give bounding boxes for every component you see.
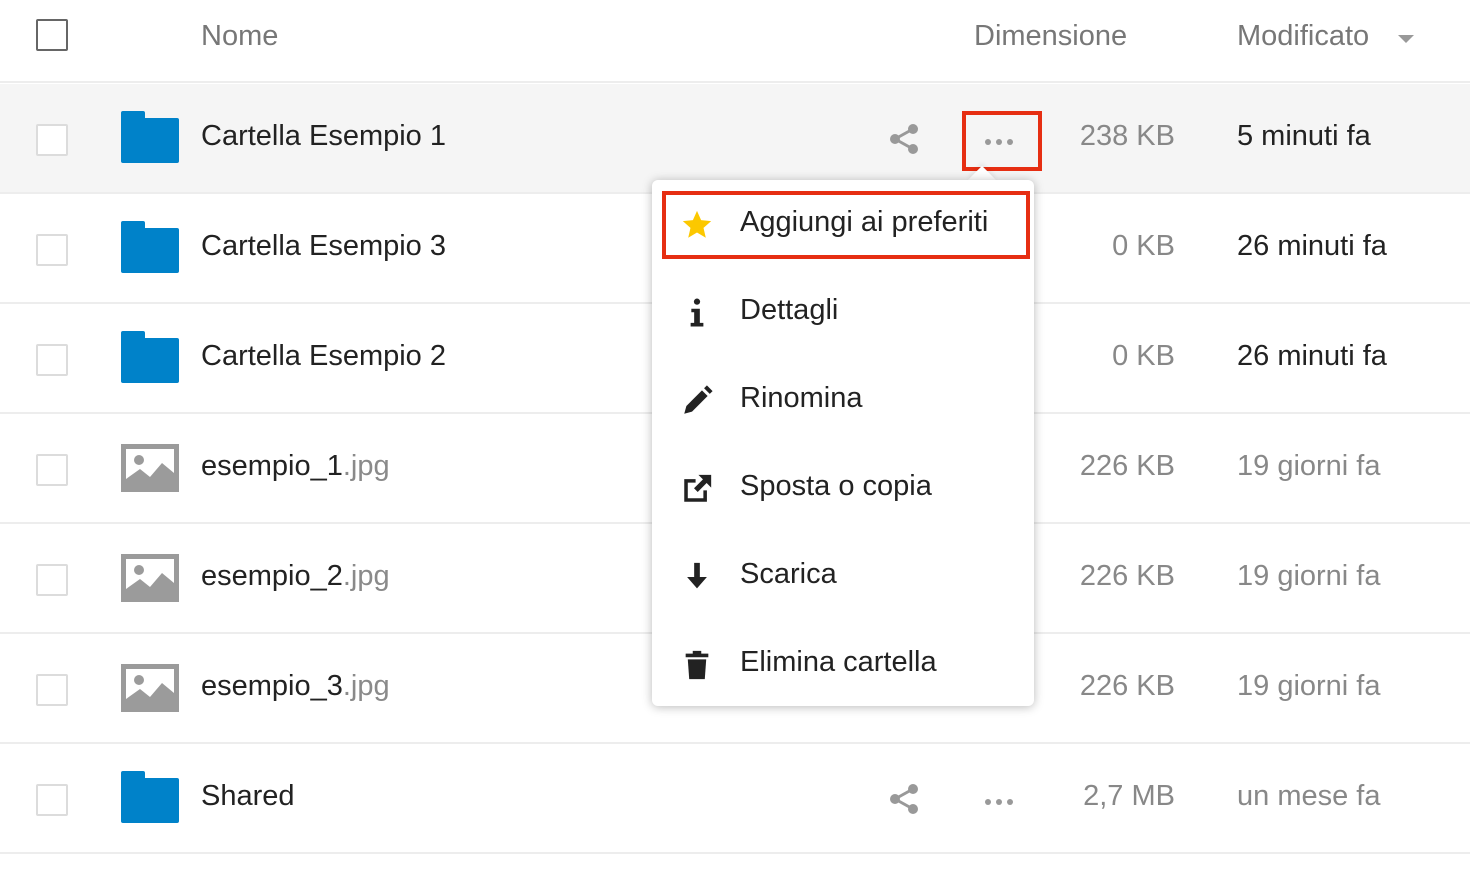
menu-item-label: Rinomina bbox=[740, 382, 863, 414]
file-modified: 26 minuti fa bbox=[1237, 340, 1387, 372]
menu-item-label: Elimina cartella bbox=[740, 646, 937, 678]
more-actions-button[interactable] bbox=[964, 772, 1042, 832]
file-modified: 19 giorni fa bbox=[1237, 450, 1381, 482]
folder-icon bbox=[121, 111, 179, 163]
file-list-header: Nome Dimensione Modificato bbox=[0, 0, 1470, 83]
sort-descending-icon bbox=[1398, 35, 1414, 43]
folder-icon bbox=[121, 221, 179, 273]
pencil-icon bbox=[680, 384, 714, 418]
menu-item-move-copy[interactable]: Sposta o copia bbox=[652, 444, 1034, 532]
file-modified: 26 minuti fa bbox=[1237, 230, 1387, 262]
file-size: 226 KB bbox=[1079, 450, 1175, 482]
menu-item-label: Aggiungi ai preferiti bbox=[740, 206, 989, 238]
file-modified: 5 minuti fa bbox=[1237, 120, 1371, 152]
download-arrow-icon bbox=[680, 560, 714, 594]
star-icon bbox=[680, 208, 714, 242]
row-checkbox[interactable] bbox=[36, 124, 68, 156]
row-checkbox[interactable] bbox=[36, 784, 68, 816]
row-checkbox[interactable] bbox=[36, 344, 68, 376]
menu-item-download[interactable]: Scarica bbox=[652, 532, 1034, 620]
trash-icon bbox=[680, 648, 714, 682]
ellipsis-icon bbox=[985, 139, 1013, 145]
column-header-name[interactable]: Nome bbox=[201, 20, 278, 53]
file-size: 0 KB bbox=[1112, 340, 1175, 372]
image-file-icon bbox=[121, 661, 179, 713]
share-icon[interactable] bbox=[886, 122, 922, 156]
file-size: 2,7 MB bbox=[1083, 780, 1175, 812]
file-name[interactable]: Cartella Esempio 1 bbox=[201, 120, 446, 153]
info-icon bbox=[680, 296, 714, 330]
table-row[interactable]: Cartella Esempio 1 238 KB 5 minuti fa bbox=[0, 84, 1470, 194]
file-size: 0 KB bbox=[1112, 230, 1175, 262]
menu-item-delete-folder[interactable]: Elimina cartella bbox=[652, 620, 1034, 708]
column-header-modified[interactable]: Modificato bbox=[1237, 20, 1369, 53]
more-actions-button[interactable] bbox=[964, 112, 1042, 172]
share-icon[interactable] bbox=[886, 782, 922, 816]
menu-item-add-favorite[interactable]: Aggiungi ai preferiti bbox=[652, 180, 1034, 268]
image-file-icon bbox=[121, 551, 179, 603]
file-actions-menu: Aggiungi ai preferiti Dettagli Rinomina … bbox=[652, 180, 1034, 706]
column-header-size[interactable]: Dimensione bbox=[974, 20, 1127, 53]
menu-item-label: Scarica bbox=[740, 558, 837, 590]
folder-icon bbox=[121, 331, 179, 383]
image-file-icon bbox=[121, 441, 179, 493]
row-checkbox[interactable] bbox=[36, 454, 68, 486]
menu-item-details[interactable]: Dettagli bbox=[652, 268, 1034, 356]
ellipsis-icon bbox=[985, 799, 1013, 805]
external-link-icon bbox=[680, 472, 714, 506]
select-all-checkbox[interactable] bbox=[36, 19, 68, 51]
file-name[interactable]: esempio_2.jpg bbox=[201, 560, 390, 593]
file-name[interactable]: esempio_3.jpg bbox=[201, 670, 390, 703]
file-modified: 19 giorni fa bbox=[1237, 560, 1381, 592]
row-checkbox[interactable] bbox=[36, 564, 68, 596]
folder-icon bbox=[121, 771, 179, 823]
file-name[interactable]: Cartella Esempio 3 bbox=[201, 230, 446, 263]
file-size: 226 KB bbox=[1079, 560, 1175, 592]
file-modified: 19 giorni fa bbox=[1237, 670, 1381, 702]
file-name[interactable]: esempio_1.jpg bbox=[201, 450, 390, 483]
file-name[interactable]: Shared bbox=[201, 780, 295, 813]
menu-item-rename[interactable]: Rinomina bbox=[652, 356, 1034, 444]
file-name[interactable]: Cartella Esempio 2 bbox=[201, 340, 446, 373]
row-checkbox[interactable] bbox=[36, 674, 68, 706]
table-row[interactable]: Shared 2,7 MB un mese fa bbox=[0, 744, 1470, 854]
file-modified: un mese fa bbox=[1237, 780, 1381, 812]
menu-item-label: Dettagli bbox=[740, 294, 839, 326]
row-checkbox[interactable] bbox=[36, 234, 68, 266]
file-size: 238 KB bbox=[1079, 120, 1175, 152]
file-size: 226 KB bbox=[1079, 670, 1175, 702]
menu-item-label: Sposta o copia bbox=[740, 470, 932, 502]
